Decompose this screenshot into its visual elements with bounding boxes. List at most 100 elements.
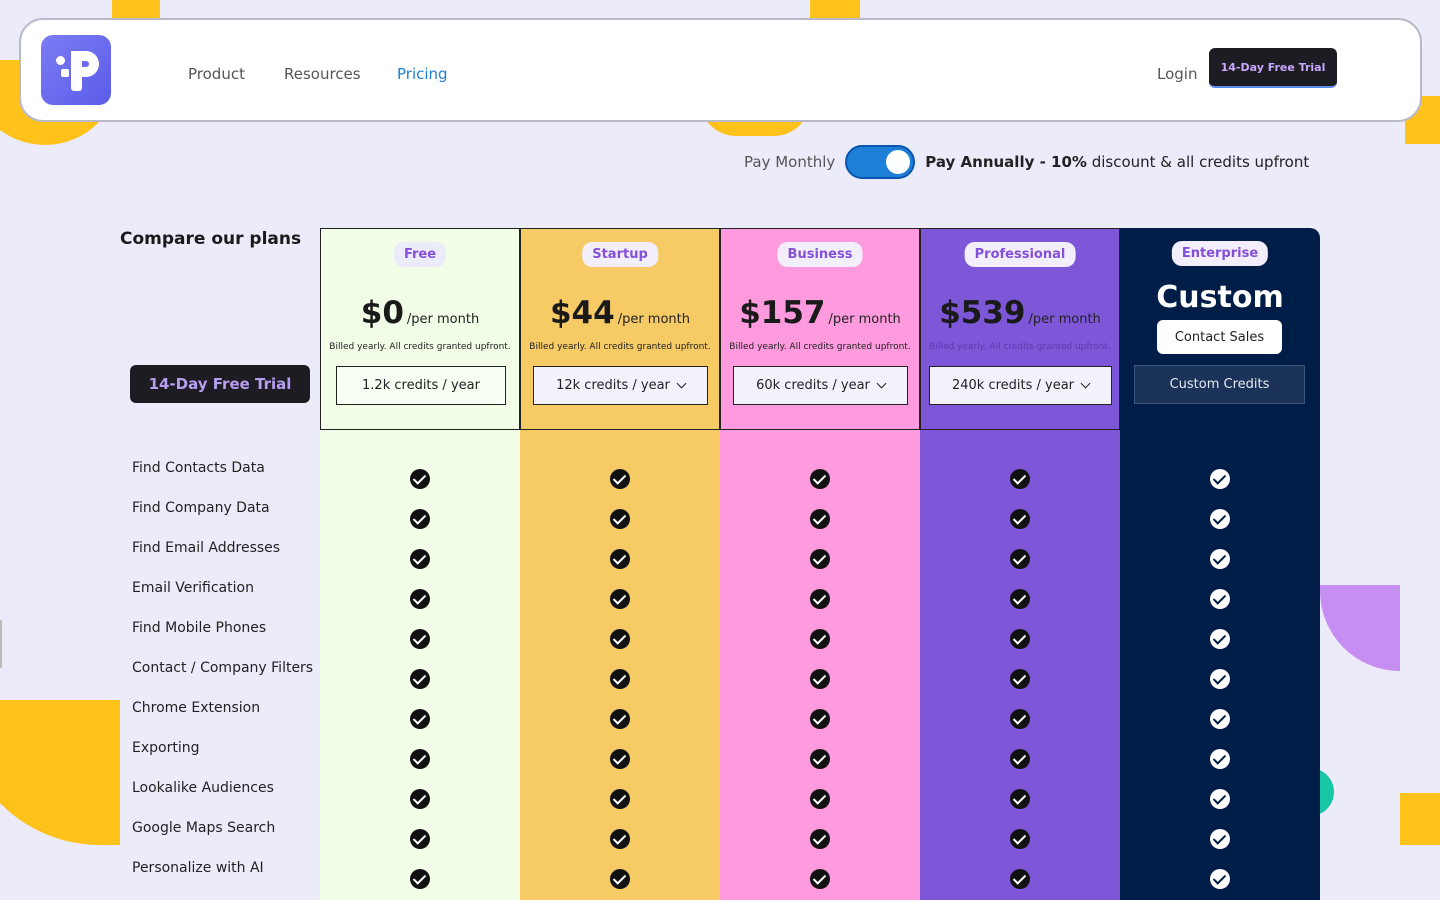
plan-price: $157 — [739, 295, 826, 331]
price-period: /per month — [406, 312, 480, 327]
check-circle-icon — [810, 709, 830, 729]
pay-annually-label: Pay Annually - 10% discount & all credit… — [925, 153, 1309, 171]
plan-column-free: Free $0/per month Billed yearly. All cre… — [320, 228, 520, 900]
check-cell — [920, 459, 1120, 499]
check-circle-icon — [810, 789, 830, 809]
credits-value: 12k credits / year — [556, 378, 670, 393]
check-cell — [920, 539, 1120, 579]
check-circle-icon — [1210, 709, 1230, 729]
credits-value: 240k credits / year — [951, 378, 1075, 393]
check-cell — [520, 579, 720, 619]
decor-shape — [1400, 793, 1440, 845]
feature-label: Find Email Addresses — [132, 540, 281, 556]
check-cell — [320, 699, 520, 739]
feature-list: Find Contacts Data Find Company Data Fin… — [132, 450, 313, 890]
check-cell — [920, 579, 1120, 619]
check-circle-icon — [1210, 589, 1230, 609]
check-cell — [1120, 619, 1320, 659]
feature-label: Contact / Company Filters — [132, 660, 314, 676]
check-list — [1120, 459, 1320, 899]
plan-badge: Professional — [964, 242, 1076, 267]
price-row: $0/per month — [321, 295, 519, 331]
check-cell — [520, 619, 720, 659]
check-circle-icon — [1010, 869, 1030, 889]
check-circle-icon — [810, 869, 830, 889]
check-cell — [720, 619, 920, 659]
check-cell — [520, 819, 720, 859]
check-cell — [1120, 739, 1320, 779]
feature-label: Find Contacts Data — [132, 460, 265, 476]
check-circle-icon — [610, 509, 630, 529]
nav-product[interactable]: Product — [188, 65, 245, 83]
pay-monthly-label: Pay Monthly — [744, 153, 836, 171]
nav-resources[interactable]: Resources — [284, 65, 361, 83]
check-circle-icon — [410, 749, 430, 769]
check-cell — [320, 499, 520, 539]
check-circle-icon — [410, 629, 430, 649]
toggle-knob — [886, 150, 911, 174]
check-circle-icon — [1010, 469, 1030, 489]
check-circle-icon — [1210, 749, 1230, 769]
check-list — [520, 459, 720, 899]
check-circle-icon — [610, 469, 630, 489]
credits-dropdown[interactable]: 60k credits / year — [733, 366, 908, 405]
check-circle-icon — [1210, 669, 1230, 689]
check-circle-icon — [1010, 509, 1030, 529]
contact-sales-button[interactable]: Contact Sales — [1157, 320, 1282, 354]
check-cell — [520, 779, 720, 819]
plan-column-enterprise: Enterprise Custom Contact Sales Custom C… — [1120, 228, 1320, 900]
feature-label: Find Company Data — [132, 500, 270, 516]
check-circle-icon — [1010, 749, 1030, 769]
check-cell — [720, 659, 920, 699]
check-circle-icon — [610, 709, 630, 729]
check-cell — [720, 539, 920, 579]
plan-price: $44 — [549, 295, 615, 331]
credits-dropdown[interactable]: 240k credits / year — [929, 366, 1112, 405]
billing-note: Billed yearly. All credits granted upfro… — [329, 342, 511, 352]
check-cell — [520, 859, 720, 899]
check-cell — [720, 499, 920, 539]
check-circle-icon — [1210, 629, 1230, 649]
check-cell — [520, 539, 720, 579]
check-cell — [720, 699, 920, 739]
check-cell — [520, 659, 720, 699]
billing-toggle[interactable] — [845, 145, 916, 179]
check-cell — [920, 739, 1120, 779]
check-circle-icon — [610, 829, 630, 849]
check-circle-icon — [1210, 469, 1230, 489]
check-circle-icon — [810, 549, 830, 569]
feature-label: Email Verification — [132, 580, 254, 596]
check-cell — [720, 459, 920, 499]
check-circle-icon — [810, 509, 830, 529]
login-link[interactable]: Login — [1157, 65, 1197, 83]
check-list — [920, 459, 1120, 899]
custom-credits-button[interactable]: Custom Credits — [1134, 365, 1305, 404]
plan-column-startup: Startup $44/per month Billed yearly. All… — [520, 228, 720, 900]
check-list — [320, 459, 520, 899]
nav-pricing[interactable]: Pricing — [397, 65, 448, 83]
price-period: /per month — [1028, 312, 1101, 327]
plan-column-professional: Professional $539/per month Billed yearl… — [920, 228, 1120, 900]
check-circle-icon — [810, 469, 830, 489]
feature-label: Lookalike Audiences — [132, 780, 274, 796]
check-circle-icon — [1010, 789, 1030, 809]
credits-dropdown[interactable]: 12k credits / year — [533, 366, 708, 405]
check-circle-icon — [410, 869, 430, 889]
compare-trial-button[interactable]: 14-Day Free Trial — [130, 365, 310, 403]
price-period: /per month — [828, 312, 901, 327]
chevron-down-icon — [876, 378, 887, 389]
logo[interactable] — [41, 35, 111, 105]
check-circle-icon — [610, 669, 630, 689]
check-circle-icon — [1010, 709, 1030, 729]
feature-label: Find Mobile Phones — [132, 620, 267, 636]
check-circle-icon — [1210, 829, 1230, 849]
header-trial-button[interactable]: 14-Day Free Trial — [1209, 48, 1337, 88]
billing-note: Billed yearly. All credits granted upfro… — [929, 342, 1111, 352]
check-cell — [1120, 459, 1320, 499]
check-circle-icon — [610, 789, 630, 809]
check-circle-icon — [1010, 629, 1030, 649]
check-cell — [320, 579, 520, 619]
check-cell — [720, 779, 920, 819]
check-circle-icon — [810, 749, 830, 769]
plan-price: Custom — [1156, 280, 1284, 315]
